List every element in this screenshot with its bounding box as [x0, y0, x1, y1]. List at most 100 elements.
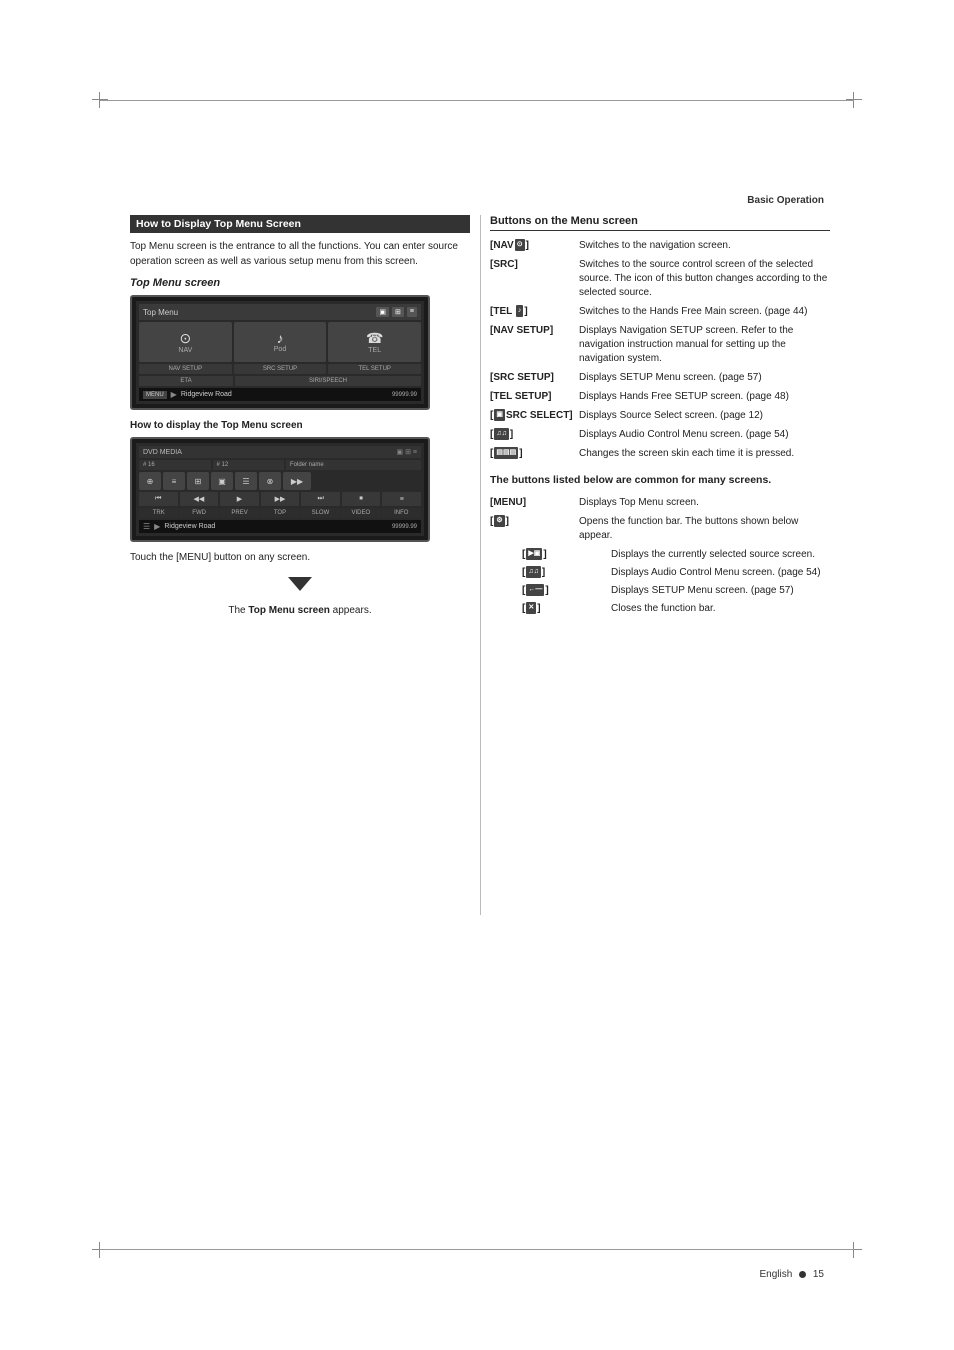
common-section-title: The buttons listed below are common for …	[490, 473, 830, 488]
road-text: Ridgeview Road	[181, 391, 392, 398]
current-src-label: [▶▣]	[522, 548, 607, 562]
how-to-title: How to display the Top Menu screen	[130, 420, 470, 431]
nav-arrow-dvd: ▶	[154, 522, 160, 531]
screen-icon-2: ⊞	[392, 307, 404, 317]
nav-button-entry: [NAV⊙] Switches to the navigation screen…	[490, 239, 830, 253]
audio-ctrl-button-desc: Displays Audio Control Menu screen. (pag…	[579, 428, 789, 442]
tel-btn-label: TEL	[330, 347, 419, 354]
page-number: 15	[813, 1269, 824, 1280]
menu-status-btn: MENU	[143, 391, 167, 399]
number-display: 99999.99	[392, 392, 417, 398]
nav-btn-label: NAV	[141, 347, 230, 354]
nav-setup-button-label: [NAV SETUP]	[490, 324, 575, 366]
screen-label: Top Menu screen	[130, 277, 470, 289]
dvd-icon-7: ▶▶	[283, 472, 311, 490]
footer-line	[100, 1249, 854, 1250]
left-box-title: How to Display Top Menu Screen	[130, 215, 470, 233]
tel-button-label: [TEL ♪]	[490, 305, 575, 319]
skin-button-label: [▤▤▤]	[490, 447, 575, 461]
nav-setup-button-entry: [NAV SETUP] Displays Navigation SETUP sc…	[490, 324, 830, 366]
right-column: Buttons on the Menu screen [NAV⊙] Switch…	[490, 215, 830, 620]
dvd-icon-6: ⊗	[259, 472, 281, 490]
function-bar-entry: [⚙] Opens the function bar. The buttons …	[490, 515, 830, 543]
ctrl-1: ⏮	[139, 492, 178, 506]
src-setup-button-desc: Displays SETUP Menu screen. (page 57)	[579, 371, 762, 385]
menu-common-entry: [MENU] Displays Top Menu screen.	[490, 496, 830, 510]
audio-sub-desc: Displays Audio Control Menu screen. (pag…	[611, 566, 821, 580]
nav-button-label: [NAV⊙]	[490, 239, 575, 253]
dvd-icon-2: ≡	[163, 472, 185, 490]
touch-instruction: Touch the [MENU] button on any screen.	[130, 552, 470, 563]
track-info2: # 12	[213, 460, 285, 470]
reg-mark-bl	[92, 1242, 108, 1258]
current-src-entry: [▶▣] Displays the currently selected sou…	[490, 548, 830, 562]
close-bar-desc: Closes the function bar.	[611, 602, 716, 616]
pod-btn: ♪ Pod	[234, 322, 327, 362]
bottom-btn-7: INFO	[382, 508, 421, 518]
tel-button-entry: [TEL ♪] Switches to the Hands Free Main …	[490, 305, 830, 319]
ctrl-5: ⏭	[301, 492, 340, 506]
arrow-down	[288, 577, 312, 591]
nav-arrow-icon: ▶	[171, 390, 177, 399]
tel-setup-button-entry: [TEL SETUP] Displays Hands Free SETUP sc…	[490, 390, 830, 404]
function-bar-label: [⚙]	[490, 515, 575, 543]
menu-common-desc: Displays Top Menu screen.	[579, 496, 699, 510]
intro-text: Top Menu screen is the entrance to all t…	[130, 239, 470, 269]
column-divider	[480, 215, 481, 915]
dvd-icons: ▣ ⊞ ≡	[397, 448, 417, 456]
header-line	[100, 100, 854, 101]
siri-btn: SIRI/SPEECH	[235, 376, 421, 386]
dvd-icon-1: ⊕	[139, 472, 161, 490]
left-column: How to Display Top Menu Screen Top Menu …	[130, 215, 470, 616]
dvd-icon-3: ⊞	[187, 472, 209, 490]
ctrl-3: ▶	[220, 492, 259, 506]
skin-button-desc: Changes the screen skin each time it is …	[579, 447, 794, 461]
src-select-button-label: [▣SRC SELECT]	[490, 409, 575, 423]
folder-name: Folder name	[286, 460, 421, 470]
src-setup-button-label: [SRC SETUP]	[490, 371, 575, 385]
ctrl-4: ▶▶	[261, 492, 300, 506]
src-button-desc: Switches to the source control screen of…	[579, 258, 830, 300]
bottom-btn-4: TOP	[260, 508, 299, 518]
src-setup-btn: SRC SETUP	[234, 364, 327, 374]
bottom-btn-6: VIDEO	[341, 508, 380, 518]
bottom-btn-1: TRK	[139, 508, 178, 518]
reg-mark-br	[846, 1242, 862, 1258]
nav-button-desc: Switches to the navigation screen.	[579, 239, 731, 253]
track-info: # 16	[139, 460, 211, 470]
dot-separator	[799, 1271, 806, 1278]
src-select-button-desc: Displays Source Select screen. (page 12)	[579, 409, 763, 423]
page-container: Basic Operation How to Display Top Menu …	[0, 0, 954, 1350]
audio-ctrl-button-label: [♫♫]	[490, 428, 575, 442]
bottom-btn-3: PREV	[220, 508, 259, 518]
eta-btn: ETA	[139, 376, 233, 386]
setup-sub-label: [←—]	[522, 584, 607, 598]
menu-common-label: [MENU]	[490, 496, 575, 510]
tel-setup-button-label: [TEL SETUP]	[490, 390, 575, 404]
appears-text: The Top Menu screen appears.	[130, 605, 470, 616]
language-label: English	[760, 1269, 793, 1280]
src-button-entry: [SRC] Switches to the source control scr…	[490, 258, 830, 300]
ctrl-7: ≡	[382, 492, 421, 506]
menu-icon-dvd: ☰	[143, 522, 150, 531]
top-menu-screen-mockup: Top Menu ▣ ⊞ ≡ ⊙ NAV ♪ Pod	[130, 295, 430, 410]
tel-setup-btn: TEL SETUP	[328, 364, 421, 374]
setup-sub-desc: Displays SETUP Menu screen. (page 57)	[611, 584, 794, 598]
right-box-title: Buttons on the Menu screen	[490, 215, 830, 231]
tel-setup-button-desc: Displays Hands Free SETUP screen. (page …	[579, 390, 789, 404]
page-footer: English 15	[760, 1269, 825, 1280]
close-bar-label: [✕]	[522, 602, 607, 616]
current-src-desc: Displays the currently selected source s…	[611, 548, 815, 562]
bottom-btn-2: FWD	[179, 508, 218, 518]
ctrl-2: ◀◀	[180, 492, 219, 506]
dvd-icon-5: ☰	[235, 472, 257, 490]
screen-icon-1: ▣	[376, 307, 389, 317]
number-display-dvd: 99999.99	[392, 524, 417, 530]
screen-top-label: Top Menu	[143, 308, 178, 317]
dvd-icon-4: ▣	[211, 472, 233, 490]
tel-btn: ☎ TEL	[328, 322, 421, 362]
close-bar-entry: [✕] Closes the function bar.	[490, 602, 830, 616]
nav-setup-btn: NAV SETUP	[139, 364, 232, 374]
audio-sub-entry: [♫♫] Displays Audio Control Menu screen.…	[490, 566, 830, 580]
audio-sub-label: [♫♫]	[522, 566, 607, 580]
